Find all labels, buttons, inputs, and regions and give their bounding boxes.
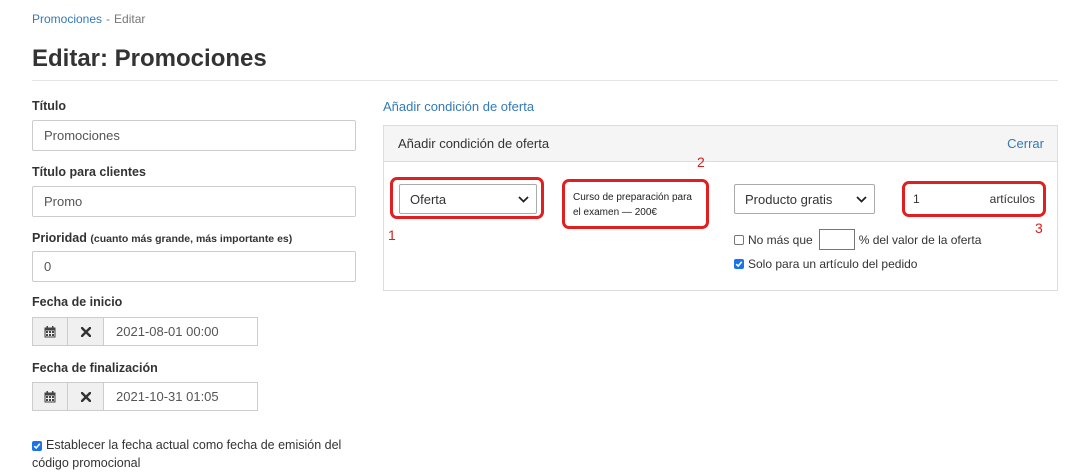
check-icon	[735, 261, 743, 268]
start-date-group	[32, 317, 258, 346]
offer-product-label[interactable]: Curso de preparación para el examen — 20…	[573, 190, 701, 220]
annotation-3: 3	[1035, 220, 1043, 236]
start-date-clear-button[interactable]	[68, 317, 104, 346]
priority-input[interactable]	[32, 251, 356, 282]
only-one-item-label: Solo para un artículo del pedido	[748, 257, 918, 271]
title-label: Título	[32, 99, 67, 113]
priority-label: Prioridad (cuanto más grande, más import…	[32, 231, 292, 245]
end-date-clear-button[interactable]	[68, 382, 104, 411]
only-one-item-checkbox[interactable]	[734, 259, 744, 269]
offer-condition-panel-header: Añadir condición de oferta Cerrar	[384, 126, 1057, 162]
client-title-input[interactable]	[32, 186, 356, 217]
max-percent-input[interactable]	[818, 229, 855, 250]
page-title: Editar: Promociones	[32, 45, 267, 72]
end-date-calendar-button[interactable]	[32, 382, 68, 411]
max-percent-suffix: % del valor de la oferta	[858, 232, 982, 247]
chevron-down-icon	[856, 195, 867, 203]
add-offer-condition-link[interactable]: Añadir condición de oferta	[383, 99, 534, 114]
offer-type-select-value: Oferta	[410, 191, 447, 207]
end-date-label: Fecha de finalización	[32, 361, 158, 375]
breadcrumb-current: Editar	[114, 12, 146, 26]
priority-hint: (cuanto más grande, más importante es)	[90, 233, 293, 245]
annotation-2: 2	[697, 154, 705, 170]
set-current-date-checkbox[interactable]	[32, 441, 42, 451]
only-one-item-option: Solo para un artículo del pedido	[734, 257, 917, 271]
close-panel-button[interactable]: Cerrar	[1007, 136, 1044, 151]
max-percent-checkbox[interactable]	[734, 234, 744, 245]
client-title-label: Título para clientes	[32, 165, 146, 179]
reward-type-select-value: Producto gratis	[745, 191, 833, 207]
max-percent-prefix: No más que	[748, 232, 813, 247]
end-date-input[interactable]	[104, 382, 258, 411]
calendar-icon	[44, 325, 56, 337]
quantity-unit: artículos	[989, 192, 1035, 206]
set-current-date-option: Establecer la fecha actual como fecha de…	[32, 436, 352, 472]
times-icon	[80, 391, 91, 402]
title-divider	[32, 80, 1058, 81]
quantity-field[interactable]: 1 artículos	[913, 192, 1035, 206]
start-date-calendar-button[interactable]	[32, 317, 68, 346]
breadcrumb-link-promociones[interactable]: Promociones	[32, 12, 102, 26]
calendar-icon	[44, 390, 56, 402]
breadcrumb-separator: -	[106, 12, 111, 26]
annotation-1: 1	[388, 227, 396, 243]
reward-type-select[interactable]: Producto gratis	[734, 184, 875, 214]
end-date-group	[32, 382, 258, 411]
times-icon	[80, 326, 91, 337]
start-date-input[interactable]	[104, 317, 258, 346]
start-date-label: Fecha de inicio	[32, 295, 123, 309]
chevron-down-icon	[518, 195, 529, 203]
offer-condition-panel-title: Añadir condición de oferta	[398, 136, 550, 151]
check-icon	[33, 443, 41, 450]
max-percent-option: No más que % del valor de la oferta	[734, 229, 981, 250]
offer-type-select[interactable]: Oferta	[399, 184, 537, 214]
quantity-value: 1	[913, 192, 920, 206]
priority-label-text: Prioridad	[32, 231, 87, 245]
breadcrumb: Promociones - Editar	[32, 12, 145, 26]
title-input[interactable]	[32, 120, 356, 151]
set-current-date-label: Establecer la fecha actual como fecha de…	[32, 438, 342, 470]
